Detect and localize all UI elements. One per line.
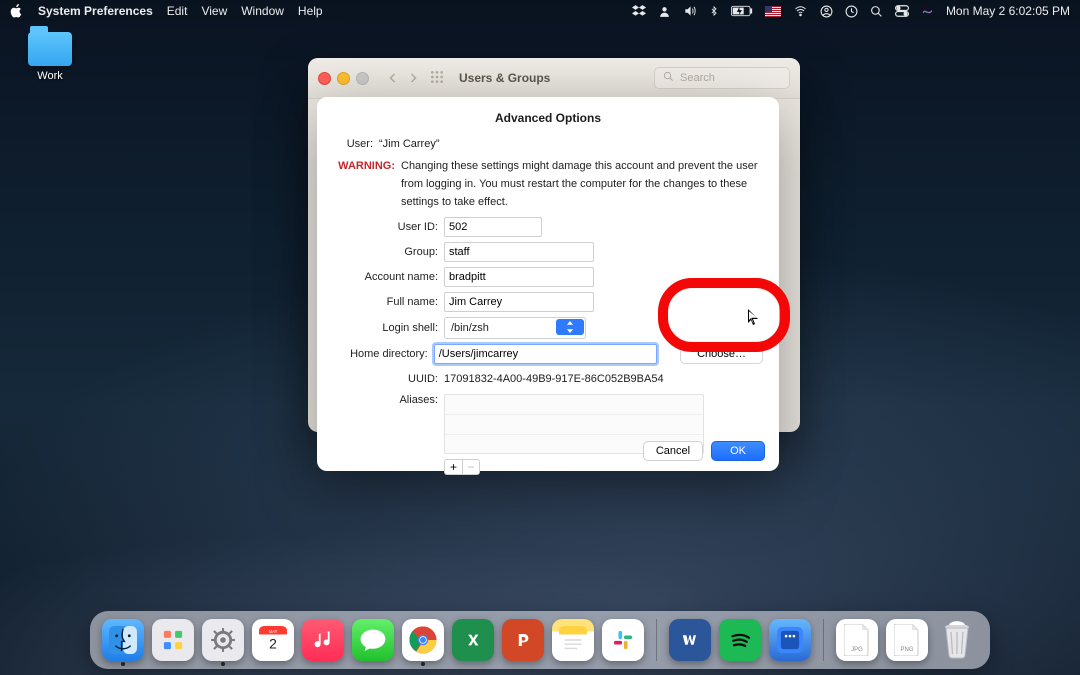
toolbar-nav: [387, 71, 419, 85]
menu-bar: System Preferences Edit View Window Help…: [0, 0, 1080, 22]
flag-icon[interactable]: [765, 6, 781, 17]
dock-doc-jpg[interactable]: JPG: [836, 619, 878, 661]
dock-app-word[interactable]: [669, 619, 711, 661]
menubar-help[interactable]: Help: [298, 4, 323, 18]
user-id-label: User ID:: [333, 221, 444, 233]
zoom-icon[interactable]: [356, 72, 369, 85]
dock-separator: [656, 619, 657, 661]
window-traffic-lights[interactable]: [318, 72, 369, 85]
desktop: System Preferences Edit View Window Help…: [0, 0, 1080, 675]
dock-app-chrome[interactable]: [402, 619, 444, 661]
warning-text: Changing these settings might damage thi…: [401, 157, 761, 211]
folder-icon: [28, 32, 72, 66]
grid-icon[interactable]: [429, 69, 445, 88]
dock-doc-png[interactable]: PNG: [886, 619, 928, 661]
user-row: User: “Jim Carrey”: [333, 135, 763, 153]
dock-app-calendar[interactable]: MAY2: [252, 619, 294, 661]
menubar-app-name[interactable]: System Preferences: [38, 4, 153, 18]
dock-app-system-preferences[interactable]: [202, 619, 244, 661]
dropbox-icon[interactable]: [632, 4, 646, 18]
battery-icon[interactable]: [731, 5, 753, 17]
dock-app-excel[interactable]: [452, 619, 494, 661]
user-label: User:: [333, 135, 379, 153]
home-directory-input[interactable]: [434, 344, 657, 364]
ok-button[interactable]: OK: [711, 441, 765, 461]
uuid-label: UUID:: [333, 373, 444, 385]
svg-text:PNG: PNG: [900, 647, 913, 653]
choose-button[interactable]: Choose…: [680, 344, 763, 364]
account-icon[interactable]: [820, 5, 833, 18]
menubar-edit[interactable]: Edit: [167, 4, 188, 18]
toolbar-search[interactable]: Search: [654, 67, 790, 89]
desktop-folder-label: Work: [18, 70, 82, 82]
dock-app-notes[interactable]: [552, 619, 594, 661]
user-icon[interactable]: [658, 5, 671, 18]
add-alias-button[interactable]: +: [444, 459, 462, 475]
menubar-date-time[interactable]: Mon May 2 6:02:05 PM: [946, 4, 1070, 18]
group-label: Group:: [333, 246, 444, 258]
window-title: Users & Groups: [459, 71, 550, 85]
advanced-options-sheet: Advanced Options User: “Jim Carrey” WARN…: [317, 97, 779, 471]
account-name-input[interactable]: [444, 267, 594, 287]
control-center-icon[interactable]: [895, 5, 909, 17]
apple-menu-icon[interactable]: [10, 4, 24, 18]
siri-icon[interactable]: [921, 5, 934, 18]
svg-text:JPG: JPG: [851, 647, 863, 653]
warning-label: WARNING:: [333, 157, 401, 175]
dock-app-messages[interactable]: [352, 619, 394, 661]
wifi-icon[interactable]: [793, 5, 808, 17]
window-toolbar: Users & Groups Search: [308, 58, 800, 99]
advanced-form: User ID: Group: Account name: Full name:…: [333, 217, 763, 475]
warning-row: WARNING: Changing these settings might d…: [333, 157, 763, 211]
desktop-folder-work[interactable]: Work: [18, 32, 82, 82]
account-name-label: Account name:: [333, 271, 444, 283]
home-dir-label: Home directory:: [333, 348, 434, 360]
dock-app-launchpad[interactable]: [152, 619, 194, 661]
dock-app-finder[interactable]: [102, 619, 144, 661]
login-shell-value: /bin/zsh: [445, 322, 495, 334]
full-name-input[interactable]: [444, 292, 594, 312]
search-placeholder: Search: [680, 72, 715, 84]
dock-separator-2: [823, 619, 824, 661]
aliases-plus-minus: + −: [444, 459, 763, 475]
menubar-view[interactable]: View: [201, 4, 227, 18]
full-name-label: Full name:: [333, 296, 444, 308]
dock-app-music[interactable]: [302, 619, 344, 661]
user-value: “Jim Carrey”: [379, 135, 763, 153]
group-input[interactable]: [444, 242, 594, 262]
clock-icon[interactable]: [845, 5, 858, 18]
user-id-input[interactable]: [444, 217, 542, 237]
spotlight-icon[interactable]: [870, 5, 883, 18]
menubar-window[interactable]: Window: [241, 4, 284, 18]
bluetooth-icon[interactable]: [709, 4, 719, 18]
minimize-icon[interactable]: [337, 72, 350, 85]
dock: MAY2 JPG PNG: [90, 611, 990, 669]
svg-text:2: 2: [269, 635, 277, 651]
close-icon[interactable]: [318, 72, 331, 85]
aliases-label: Aliases:: [333, 394, 444, 406]
dock-app-powerpoint[interactable]: [502, 619, 544, 661]
volume-icon[interactable]: [683, 4, 697, 18]
chevron-updown-icon: [556, 319, 584, 335]
dock-trash[interactable]: [936, 619, 978, 661]
login-shell-select[interactable]: /bin/zsh: [444, 317, 586, 339]
sheet-title: Advanced Options: [333, 111, 763, 125]
dock-app-theme[interactable]: [769, 619, 811, 661]
remove-alias-button[interactable]: −: [462, 459, 480, 475]
dock-app-spotify[interactable]: [719, 619, 761, 661]
forward-icon[interactable]: [407, 71, 419, 85]
svg-text:MAY: MAY: [269, 629, 278, 634]
search-icon: [663, 71, 674, 85]
dock-app-slack[interactable]: [602, 619, 644, 661]
uuid-value: 17091832-4A00-49B9-917E-86C052B9BA54: [444, 369, 664, 389]
back-icon[interactable]: [387, 71, 399, 85]
login-shell-label: Login shell:: [333, 322, 444, 334]
cancel-button[interactable]: Cancel: [643, 441, 703, 461]
